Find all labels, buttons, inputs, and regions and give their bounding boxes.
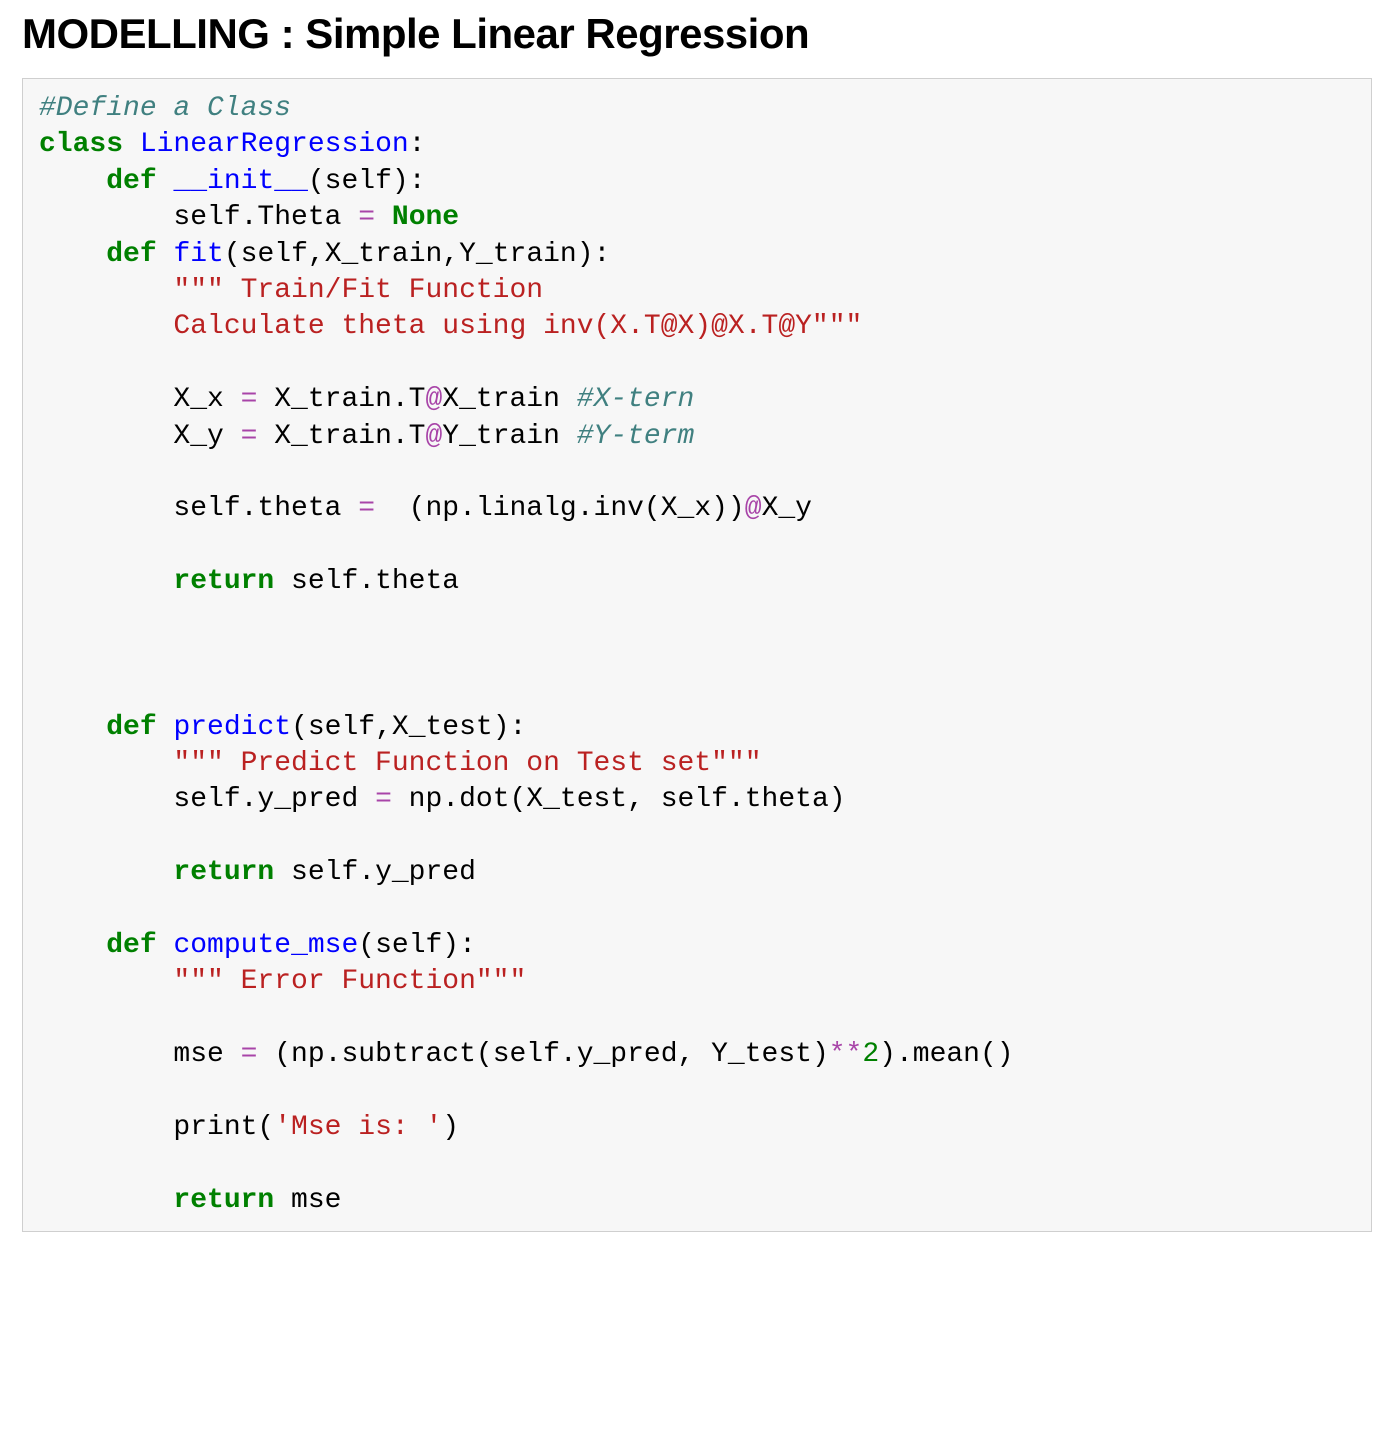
code-block: #Define a Class class LinearRegression: … [22, 78, 1372, 1232]
code-text: X_train.T [257, 421, 425, 452]
code-text: X_train [442, 384, 576, 415]
code-string: """ Train/Fit Function [173, 275, 543, 306]
code-comment: #Define a Class [39, 93, 291, 124]
code-keyword: class [39, 129, 123, 160]
code-operator: @ [425, 421, 442, 452]
code-text: X_x [39, 384, 241, 415]
code-text [157, 930, 174, 961]
code-keyword: def [106, 712, 156, 743]
code-text [157, 712, 174, 743]
code-keyword: return [173, 566, 274, 597]
code-funcname: compute_mse [173, 930, 358, 961]
code-keyword: def [106, 239, 156, 270]
code-text: X_train.T [257, 384, 425, 415]
code-operator: @ [425, 384, 442, 415]
code-text [123, 129, 140, 160]
code-text: self.y_pred [39, 784, 375, 815]
code-text [39, 748, 173, 779]
code-keyword: def [106, 930, 156, 961]
code-text [39, 712, 106, 743]
code-text: (np.subtract(self.y_pred, Y_test) [257, 1039, 828, 1070]
code-text: self.theta [274, 566, 459, 597]
code-text: (self,X_train,Y_train): [224, 239, 610, 270]
code-text [39, 566, 173, 597]
code-operator: = [358, 202, 375, 233]
code-text: : [409, 129, 426, 160]
code-funcname: predict [173, 712, 291, 743]
code-text: print( [39, 1112, 274, 1143]
code-text [157, 166, 174, 197]
code-text: (self): [358, 930, 476, 961]
code-text [39, 1185, 173, 1216]
code-text: np.dot(X_test, self.theta) [392, 784, 846, 815]
code-text [157, 239, 174, 270]
code-text: self.y_pred [274, 857, 476, 888]
code-text [39, 275, 173, 306]
code-text: mse [274, 1185, 341, 1216]
code-operator: ** [829, 1039, 863, 1070]
code-text [39, 966, 173, 997]
code-funcname: fit [173, 239, 223, 270]
code-comment: #X-tern [577, 384, 695, 415]
code-operator: = [358, 493, 375, 524]
code-keyword: return [173, 1185, 274, 1216]
code-operator: = [375, 784, 392, 815]
code-operator: @ [745, 493, 762, 524]
code-string: Calculate theta using inv(X.T@X)@X.T@Y""… [39, 311, 862, 342]
code-text [39, 239, 106, 270]
code-text [39, 166, 106, 197]
code-text: self.theta [39, 493, 358, 524]
code-string: """ Error Function""" [173, 966, 526, 997]
code-string: 'Mse is: ' [274, 1112, 442, 1143]
code-operator: = [241, 1039, 258, 1070]
code-classname: LinearRegression [140, 129, 409, 160]
code-text: self.Theta [39, 202, 358, 233]
code-text: mse [39, 1039, 241, 1070]
code-text [39, 930, 106, 961]
code-text: X_y [762, 493, 812, 524]
code-builtin: None [392, 202, 459, 233]
code-string: """ Predict Function on Test set""" [173, 748, 761, 779]
code-operator: = [241, 421, 258, 452]
code-keyword: return [173, 857, 274, 888]
code-operator: = [241, 384, 258, 415]
code-text [375, 202, 392, 233]
code-text: (self): [308, 166, 426, 197]
page-title: MODELLING : Simple Linear Regression [22, 10, 1372, 58]
code-text: ) [442, 1112, 459, 1143]
code-text: (np.linalg.inv(X_x)) [375, 493, 745, 524]
code-text: ).mean() [879, 1039, 1013, 1070]
code-text: X_y [39, 421, 241, 452]
code-text: Y_train [442, 421, 576, 452]
page-container: MODELLING : Simple Linear Regression #De… [0, 10, 1394, 1232]
code-keyword: def [106, 166, 156, 197]
code-funcname: __init__ [173, 166, 307, 197]
code-comment: #Y-term [577, 421, 695, 452]
code-number: 2 [862, 1039, 879, 1070]
code-text [39, 857, 173, 888]
code-text: (self,X_test): [291, 712, 526, 743]
